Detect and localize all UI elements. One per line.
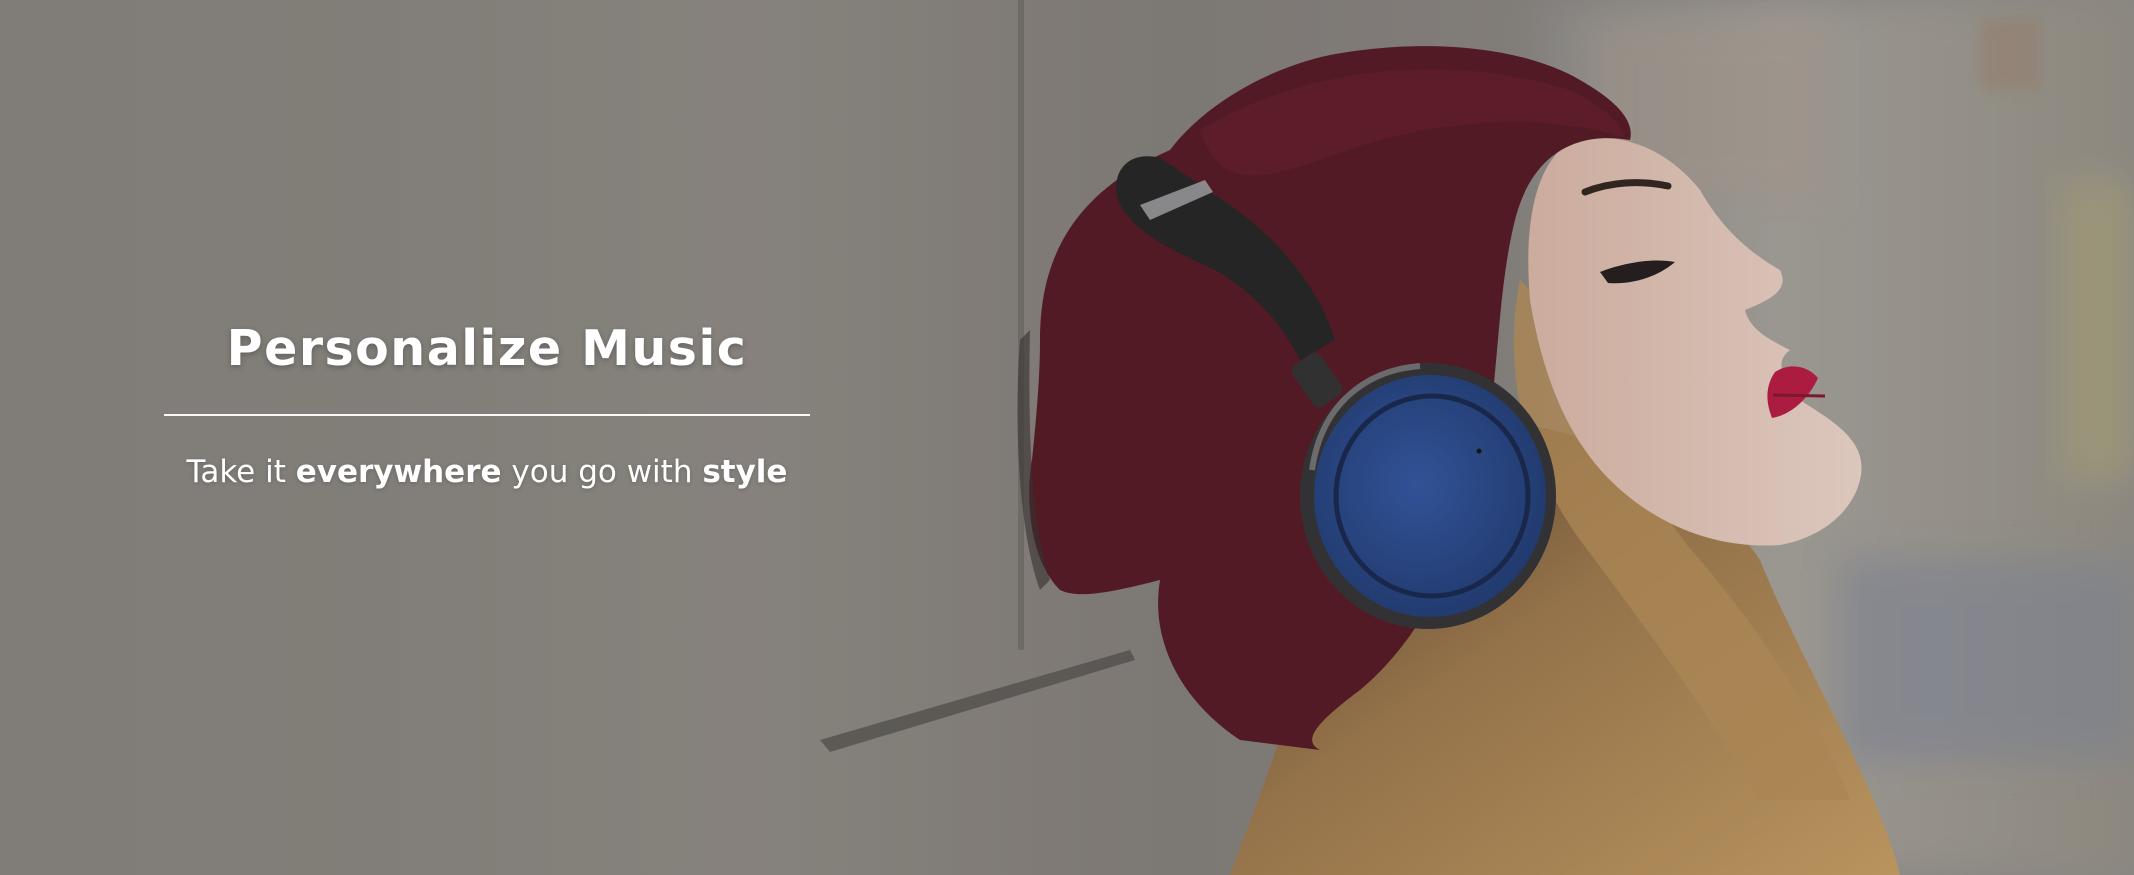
tagline-emphasis-style: style — [702, 454, 788, 490]
tagline-part-2: you go with — [501, 454, 703, 490]
tagline-part-1: Take it — [186, 454, 296, 490]
tagline-emphasis-everywhere: everywhere — [295, 454, 502, 490]
hero-headline: Personalize Music — [226, 320, 748, 377]
hero-tagline: Take it everywhere you go with style — [164, 452, 810, 492]
hero-banner: Personalize Music Take it everywhere you… — [0, 0, 2134, 875]
headline-divider — [164, 414, 810, 416]
hero-copy: Personalize Music Take it everywhere you… — [164, 318, 810, 492]
